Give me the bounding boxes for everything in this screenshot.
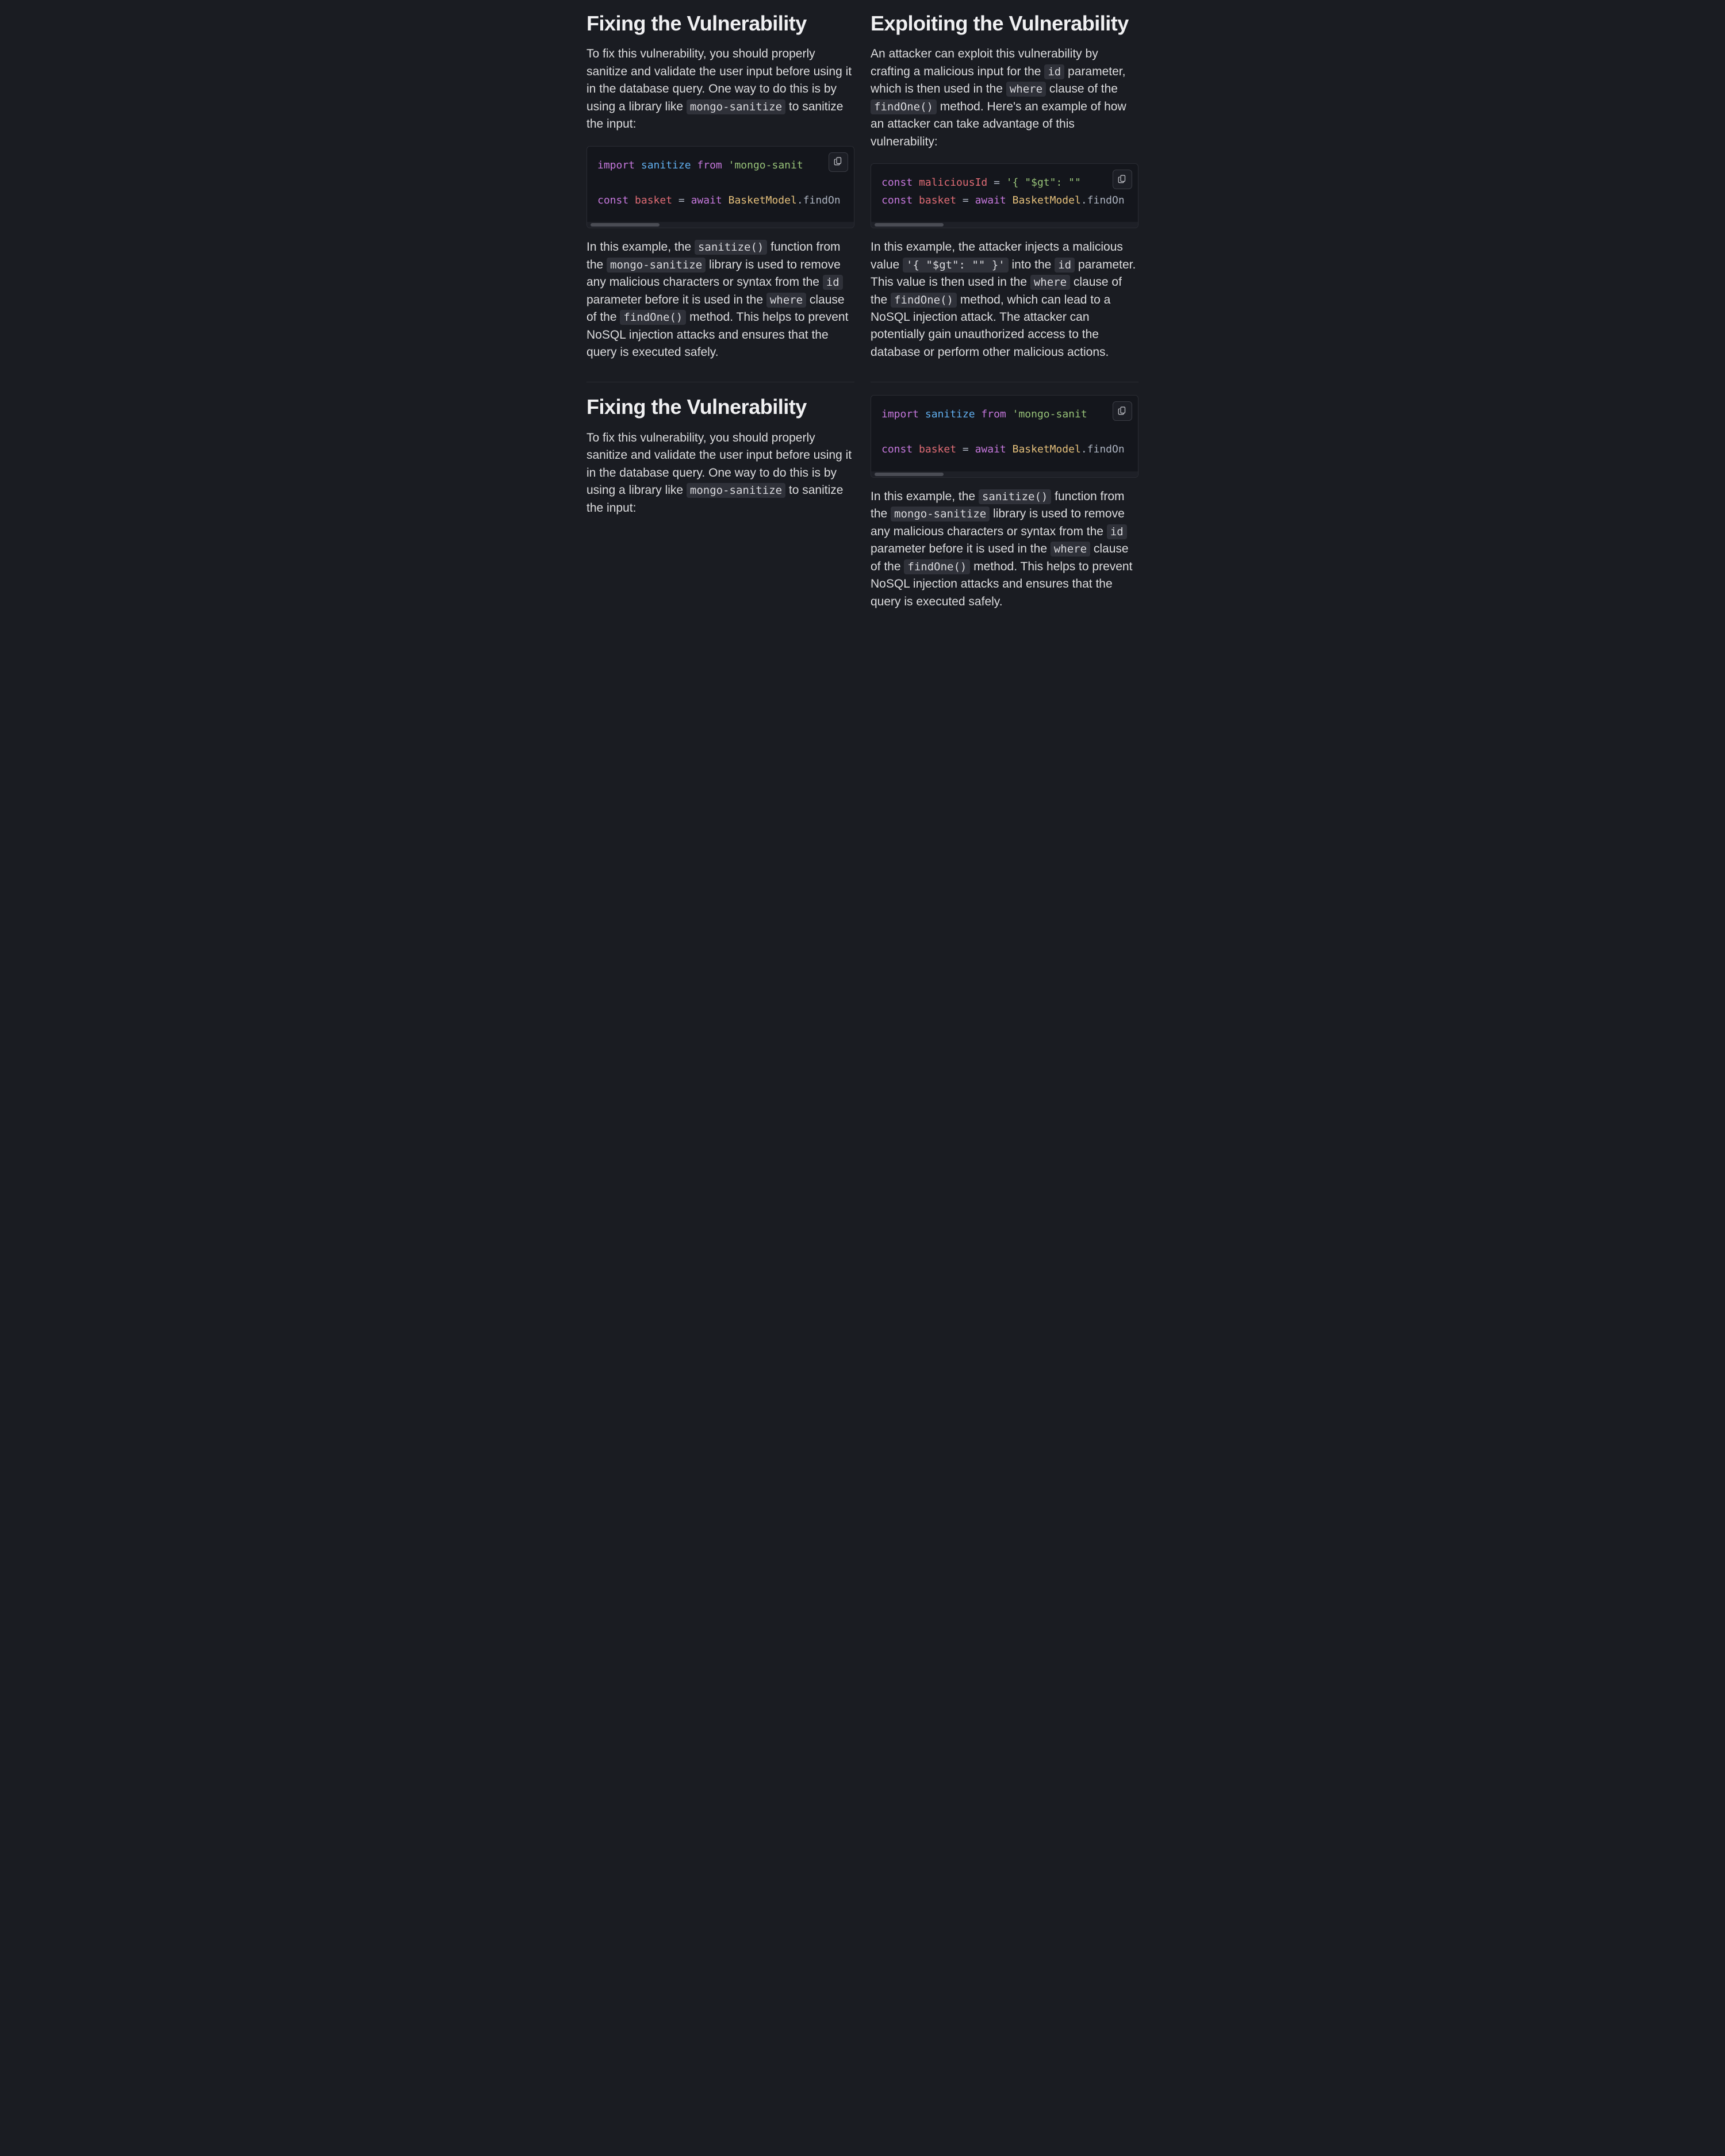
scrollbar-thumb[interactable] [875, 473, 944, 476]
code-content: const maliciousId = '{ "$gt": "" const b… [871, 164, 1138, 222]
code-block-fixing-right: import sanitize from 'mongo-sanit const … [871, 395, 1138, 478]
horizontal-scrollbar[interactable] [587, 222, 854, 228]
code-content: import sanitize from 'mongo-sanit const … [587, 147, 854, 222]
code-inline-malicious-value: '{ "$gt": "" }' [903, 258, 1009, 273]
text: into the [1009, 258, 1055, 271]
code-content: import sanitize from 'mongo-sanit const … [871, 396, 1138, 471]
fixing-1-explain: In this example, the sanitize() function… [586, 239, 854, 361]
code-inline-where: where [1051, 542, 1090, 557]
heading-fixing-2: Fixing the Vulnerability [586, 395, 854, 419]
code-inline-mongo-sanitize: mongo-sanitize [891, 507, 990, 521]
code-inline-findone: findOne() [904, 559, 970, 574]
code-inline-id: id [1044, 64, 1064, 79]
left-column: Fixing the Vulnerability To fix this vul… [586, 9, 854, 621]
code-block-fixing-1: import sanitize from 'mongo-sanit const … [586, 146, 854, 229]
clipboard-icon [1117, 405, 1128, 417]
code-inline-mongo-sanitize: mongo-sanitize [687, 483, 785, 498]
code-inline-sanitize-fn: sanitize() [979, 489, 1051, 504]
exploiting-intro: An attacker can exploit this vulnerabili… [871, 45, 1138, 151]
scrollbar-thumb[interactable] [591, 223, 660, 227]
code-inline-findone: findOne() [620, 310, 686, 325]
clipboard-icon [1117, 174, 1128, 186]
text: parameter before it is used in the [586, 293, 766, 306]
fixing-2-intro: To fix this vulnerability, you should pr… [586, 429, 854, 517]
exploiting-explain: In this example, the attacker injects a … [871, 239, 1138, 361]
code-inline-sanitize-fn: sanitize() [695, 240, 767, 255]
text: In this example, the [871, 490, 979, 503]
code-block-exploiting: const maliciousId = '{ "$gt": "" const b… [871, 163, 1138, 228]
text: In this example, the [586, 240, 695, 254]
code-inline-id: id [1107, 524, 1127, 539]
copy-button[interactable] [1113, 401, 1132, 421]
code-inline-id: id [823, 275, 843, 290]
horizontal-scrollbar[interactable] [871, 222, 1138, 228]
code-inline-mongo-sanitize: mongo-sanitize [687, 99, 785, 114]
fixing-1-intro: To fix this vulnerability, you should pr… [586, 45, 854, 133]
scrollbar-thumb[interactable] [875, 223, 944, 227]
heading-exploiting: Exploiting the Vulnerability [871, 11, 1138, 35]
code-inline-findone: findOne() [891, 293, 957, 308]
code-inline-where: where [1030, 275, 1070, 290]
code-inline-id: id [1055, 258, 1075, 273]
code-inline-where: where [766, 293, 806, 308]
code-inline-mongo-sanitize: mongo-sanitize [607, 258, 706, 273]
horizontal-scrollbar[interactable] [871, 471, 1138, 477]
copy-button[interactable] [1113, 170, 1132, 189]
fixing-right-explain: In this example, the sanitize() function… [871, 488, 1138, 611]
text: parameter before it is used in the [871, 542, 1051, 555]
heading-fixing-1: Fixing the Vulnerability [586, 11, 854, 35]
right-column: Exploiting the Vulnerability An attacker… [871, 9, 1138, 621]
text: clause of the [1046, 82, 1118, 95]
copy-button[interactable] [829, 152, 848, 172]
code-inline-where: where [1006, 82, 1046, 97]
clipboard-icon [833, 156, 844, 168]
code-inline-findone: findOne() [871, 99, 937, 114]
